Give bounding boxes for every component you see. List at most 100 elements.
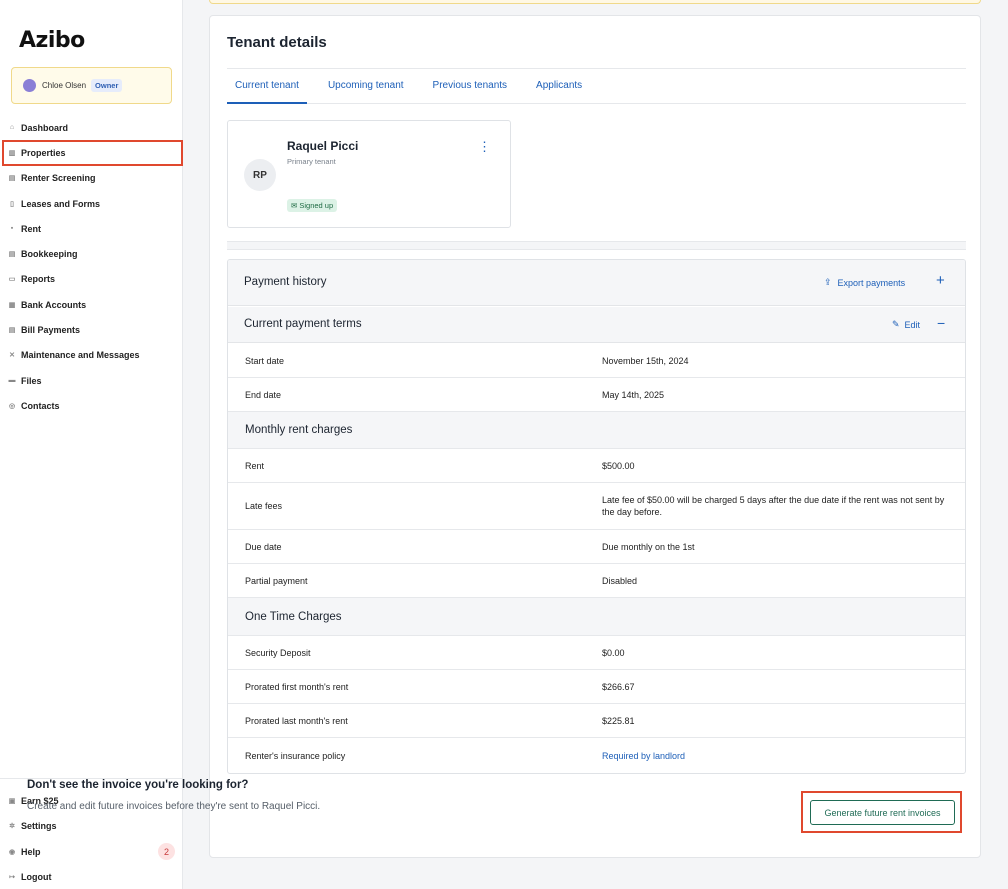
- row-value: $266.67: [602, 681, 635, 692]
- tools-icon: ✕: [9, 352, 15, 360]
- tab-applicants[interactable]: Applicants: [528, 76, 590, 104]
- chart-icon: ▪: [10, 225, 14, 233]
- terms-row-due-date: Due date Due monthly on the 1st: [228, 530, 965, 564]
- contacts-icon: ◎: [8, 402, 16, 410]
- payment-terms-header[interactable]: Current payment terms ✎ Edit −: [228, 307, 965, 343]
- collapse-icon[interactable]: −: [937, 315, 945, 331]
- title-divider: [227, 68, 966, 69]
- row-label: Prorated last month's rent: [245, 715, 348, 726]
- sidebar-item-label: Files: [21, 375, 42, 386]
- folder-icon: ▬: [8, 377, 16, 385]
- logout-icon: ↦: [9, 874, 15, 882]
- sidebar-item-label: Rent: [21, 223, 41, 234]
- sidebar-item-bank-accounts[interactable]: ▦ Bank Accounts: [0, 292, 183, 317]
- expand-icon[interactable]: +: [936, 272, 945, 289]
- sidebar-item-label: Leases and Forms: [21, 198, 101, 209]
- sidebar-item-settings[interactable]: ✲ Settings: [0, 814, 183, 840]
- sidebar-item-properties[interactable]: ▥ Properties: [2, 140, 183, 166]
- terms-row-start-date: Start date November 15th, 2024: [228, 344, 965, 378]
- tenant-tabs: Current tenant Upcoming tenant Previous …: [227, 76, 966, 104]
- status-badge: ✉ Signed up: [287, 199, 338, 212]
- payment-section: Payment history ⇪ Export payments + Curre…: [227, 259, 966, 774]
- tenant-card: RP Raquel Picci Primary tenant ⋮ ✉ Signe…: [227, 120, 511, 228]
- row-value: $500.00: [602, 460, 635, 471]
- user-avatar: [23, 79, 36, 92]
- sidebar-item-logout[interactable]: ↦ Logout: [0, 865, 183, 889]
- row-label: Rent: [245, 460, 265, 471]
- row-label: Late fees: [245, 501, 283, 511]
- sidebar-item-files[interactable]: ▬ Files: [0, 368, 183, 393]
- notice-banner-edge: [209, 0, 981, 4]
- sidebar-item-label: Settings: [21, 821, 57, 832]
- terms-row-prorated-last: Prorated last month's rent $225.81: [228, 704, 965, 738]
- role-badge: Owner: [91, 79, 123, 92]
- sidebar-item-rent[interactable]: ▪ Rent: [0, 216, 183, 241]
- terms-row-late-fees: Late fees Late fee of $50.00 will be cha…: [228, 483, 965, 530]
- row-value: Disabled: [602, 575, 638, 586]
- sidebar-item-help[interactable]: ◉ Help 2: [0, 839, 183, 865]
- report-icon: ▭: [8, 276, 16, 284]
- terms-row-end-date: End date May 14th, 2025: [228, 378, 965, 412]
- sidebar-item-label: Maintenance and Messages: [21, 350, 140, 361]
- terms-row-partial-payment: Partial payment Disabled: [228, 564, 965, 598]
- row-label: Due date: [245, 541, 282, 552]
- section-heading: One Time Charges: [245, 610, 342, 623]
- sidebar-item-label: Bookkeeping: [21, 249, 78, 260]
- section-heading: Monthly rent charges: [245, 424, 353, 436]
- sidebar-item-bookkeeping[interactable]: ▤ Bookkeeping: [0, 241, 183, 266]
- more-options-icon[interactable]: ⋮: [478, 140, 491, 153]
- insurance-link[interactable]: Required by landlord: [602, 750, 952, 762]
- row-label: End date: [245, 389, 282, 400]
- tab-previous-tenants[interactable]: Previous tenants: [425, 76, 516, 104]
- clipboard-icon: ▤: [8, 175, 16, 183]
- row-value: May 14th, 2025: [602, 389, 665, 400]
- tenant-details-panel: Tenant details Current tenant Upcoming t…: [209, 15, 981, 858]
- terms-row-security-deposit: Security Deposit $0.00: [228, 636, 965, 670]
- tenant-name: Raquel Picci: [287, 139, 359, 153]
- sidebar-item-reports[interactable]: ▭ Reports: [0, 267, 183, 292]
- payment-history-header[interactable]: Payment history ⇪ Export payments +: [228, 260, 965, 306]
- row-label: Partial payment: [245, 575, 308, 586]
- sidebar-item-leases-and-forms[interactable]: ▯ Leases and Forms: [0, 191, 183, 216]
- row-label: Security Deposit: [245, 647, 311, 658]
- edit-label: Edit: [904, 319, 921, 330]
- account-switcher[interactable]: Chloe Olsen Owner: [11, 67, 172, 104]
- pencil-icon: ✎: [892, 319, 900, 329]
- tenant-role: Primary tenant: [287, 157, 336, 166]
- sidebar-item-label: Reports: [21, 274, 56, 285]
- row-label: Renter's insurance policy: [245, 750, 346, 761]
- sidebar-item-label: Contacts: [21, 400, 60, 411]
- export-payments-button[interactable]: ⇪ Export payments: [824, 277, 905, 288]
- notification-badge: 2: [158, 843, 175, 861]
- ledger-icon: ▤: [8, 251, 16, 259]
- sidebar-item-label: Logout: [21, 872, 52, 883]
- payment-history-title: Payment history: [244, 276, 327, 288]
- row-value: November 15th, 2024: [602, 355, 689, 366]
- document-icon: ▯: [10, 200, 14, 208]
- section-spacer: [227, 241, 966, 250]
- sidebar: Azibo Chloe Olsen Owner ⌂ Dashboard ▥ Prop…: [0, 0, 183, 889]
- sidebar-item-bill-payments[interactable]: ▤ Bill Payments: [0, 317, 183, 342]
- terms-row-prorated-first: Prorated first month's rent $266.67: [228, 670, 965, 704]
- sidebar-item-dashboard[interactable]: ⌂ Dashboard: [0, 115, 183, 140]
- tab-current-tenant[interactable]: Current tenant: [227, 76, 307, 104]
- user-name: Chloe Olsen: [42, 81, 87, 90]
- azibo-logo[interactable]: Azibo: [19, 28, 85, 53]
- edit-terms-button[interactable]: ✎ Edit: [892, 319, 920, 330]
- invoice-prompt-subtitle: Create and edit future invoices before t…: [27, 801, 321, 812]
- sidebar-item-label: Bill Payments: [21, 325, 81, 336]
- row-value: $225.81: [602, 715, 635, 726]
- monthly-charges-heading: Monthly rent charges: [228, 412, 965, 449]
- sidebar-item-renter-screening[interactable]: ▤ Renter Screening: [0, 166, 183, 191]
- bank-icon: ▦: [8, 301, 16, 309]
- tab-upcoming-tenant[interactable]: Upcoming tenant: [320, 76, 412, 104]
- generate-invoices-button[interactable]: Generate future rent invoices: [810, 800, 955, 825]
- sidebar-item-contacts[interactable]: ◎ Contacts: [0, 393, 183, 418]
- export-icon: ⇪: [824, 277, 832, 287]
- export-payments-label: Export payments: [837, 277, 906, 288]
- help-icon: ◉: [8, 848, 16, 856]
- row-label: Prorated first month's rent: [245, 681, 349, 692]
- sidebar-item-maintenance-and-messages[interactable]: ✕ Maintenance and Messages: [0, 343, 183, 368]
- invoice-prompt-heading: Don't see the invoice you're looking for…: [27, 779, 249, 791]
- sidebar-item-label: Dashboard: [21, 122, 69, 133]
